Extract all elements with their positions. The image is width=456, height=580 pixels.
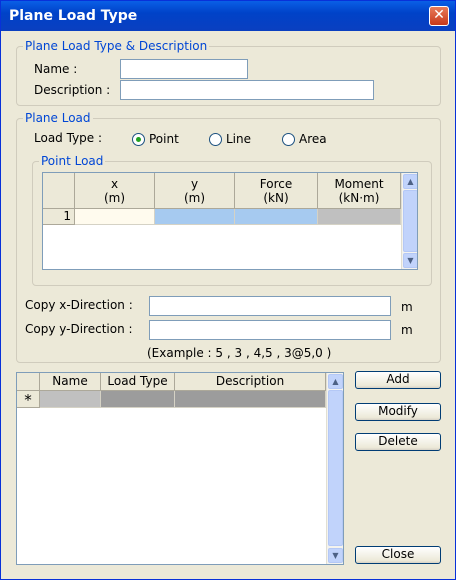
- point-load-scrollbar[interactable]: ▲ ▼: [401, 173, 417, 269]
- close-button[interactable]: Close: [355, 546, 441, 564]
- copy-x-label: Copy x-Direction :: [25, 298, 133, 312]
- delete-button[interactable]: Delete: [355, 433, 441, 451]
- row-header[interactable]: 1: [43, 209, 75, 225]
- list-column-description[interactable]: Description: [175, 373, 326, 391]
- point-load-table[interactable]: x (m) y (m) Force (kN) Moment (kN·m) 1 ▲…: [42, 172, 418, 270]
- radio-line-label: Line: [226, 132, 252, 146]
- list-new-row-name[interactable]: [40, 391, 101, 408]
- copy-x-input[interactable]: [149, 296, 391, 316]
- radio-point-circle[interactable]: [132, 132, 145, 146]
- column-header-x[interactable]: x (m): [75, 173, 155, 209]
- list-column-load-type[interactable]: Load Type: [101, 373, 175, 391]
- scroll-thumb[interactable]: [403, 190, 417, 252]
- list-scroll-up-icon[interactable]: ▲: [328, 374, 343, 389]
- radio-point-label: Point: [149, 132, 179, 146]
- copy-example-hint: (Example : 5 , 3 , 4,5 , 3@5,0 ): [147, 346, 332, 360]
- radio-point[interactable]: Point: [132, 132, 179, 146]
- add-button[interactable]: Add: [355, 371, 441, 389]
- copy-y-input[interactable]: [149, 320, 391, 340]
- copy-y-unit: m: [401, 323, 413, 337]
- new-row-marker-icon[interactable]: *: [17, 391, 40, 409]
- load-type-label: Load Type :: [34, 131, 103, 145]
- list-scrollbar[interactable]: ▲ ▼: [326, 373, 343, 564]
- description-input[interactable]: [120, 80, 374, 100]
- column-header-moment-name: Moment: [334, 177, 384, 191]
- point-load-group-label: Point Load: [39, 154, 106, 168]
- column-header-force-unit: (kN): [263, 191, 289, 205]
- close-window-button[interactable]: ✕: [429, 6, 449, 26]
- list-new-row-load-type[interactable]: [101, 391, 175, 408]
- radio-line-circle[interactable]: [209, 132, 222, 146]
- table-corner-header: [43, 173, 75, 209]
- table-cell-moment[interactable]: [318, 209, 401, 225]
- scroll-up-icon[interactable]: ▲: [403, 174, 417, 189]
- description-group-label: Plane Load Type & Description: [23, 39, 210, 53]
- list-scroll-thumb[interactable]: [328, 390, 343, 546]
- radio-area-circle[interactable]: [282, 132, 295, 146]
- list-new-row-description[interactable]: [175, 391, 326, 408]
- list-scroll-down-icon[interactable]: ▼: [328, 548, 343, 563]
- table-cell-force[interactable]: [235, 209, 318, 225]
- column-header-x-name: x: [110, 177, 119, 191]
- load-type-list[interactable]: Name Load Type Description * ▲ ▼: [16, 372, 344, 565]
- column-header-moment[interactable]: Moment (kN·m): [318, 173, 401, 209]
- copy-x-unit: m: [401, 300, 413, 314]
- column-header-x-unit: (m): [103, 191, 126, 205]
- list-column-name[interactable]: Name: [40, 373, 101, 391]
- scroll-down-icon[interactable]: ▼: [403, 253, 417, 268]
- title-bar[interactable]: Plane Load Type ✕: [1, 1, 455, 31]
- column-header-y[interactable]: y (m): [155, 173, 235, 209]
- table-cell-x[interactable]: [75, 209, 155, 225]
- column-header-force-name: Force: [259, 177, 293, 191]
- window-title: Plane Load Type: [9, 8, 138, 24]
- column-header-moment-unit: (kN·m): [338, 191, 380, 205]
- radio-area[interactable]: Area: [282, 132, 327, 146]
- plane-load-group-label: Plane Load: [23, 111, 93, 125]
- dialog-window: Plane Load Type ✕ Plane Load Type & Desc…: [0, 0, 456, 580]
- column-header-y-unit: (m): [183, 191, 206, 205]
- radio-line[interactable]: Line: [209, 132, 251, 146]
- name-input[interactable]: [120, 59, 248, 79]
- list-corner-header: [17, 373, 40, 391]
- table-cell-y[interactable]: [155, 209, 235, 225]
- copy-y-label: Copy y-Direction :: [25, 322, 133, 336]
- radio-area-label: Area: [299, 132, 327, 146]
- description-label: Description :: [34, 83, 111, 97]
- column-header-y-name: y: [190, 177, 199, 191]
- name-label: Name :: [34, 62, 78, 76]
- modify-button[interactable]: Modify: [355, 403, 441, 421]
- column-header-force[interactable]: Force (kN): [235, 173, 318, 209]
